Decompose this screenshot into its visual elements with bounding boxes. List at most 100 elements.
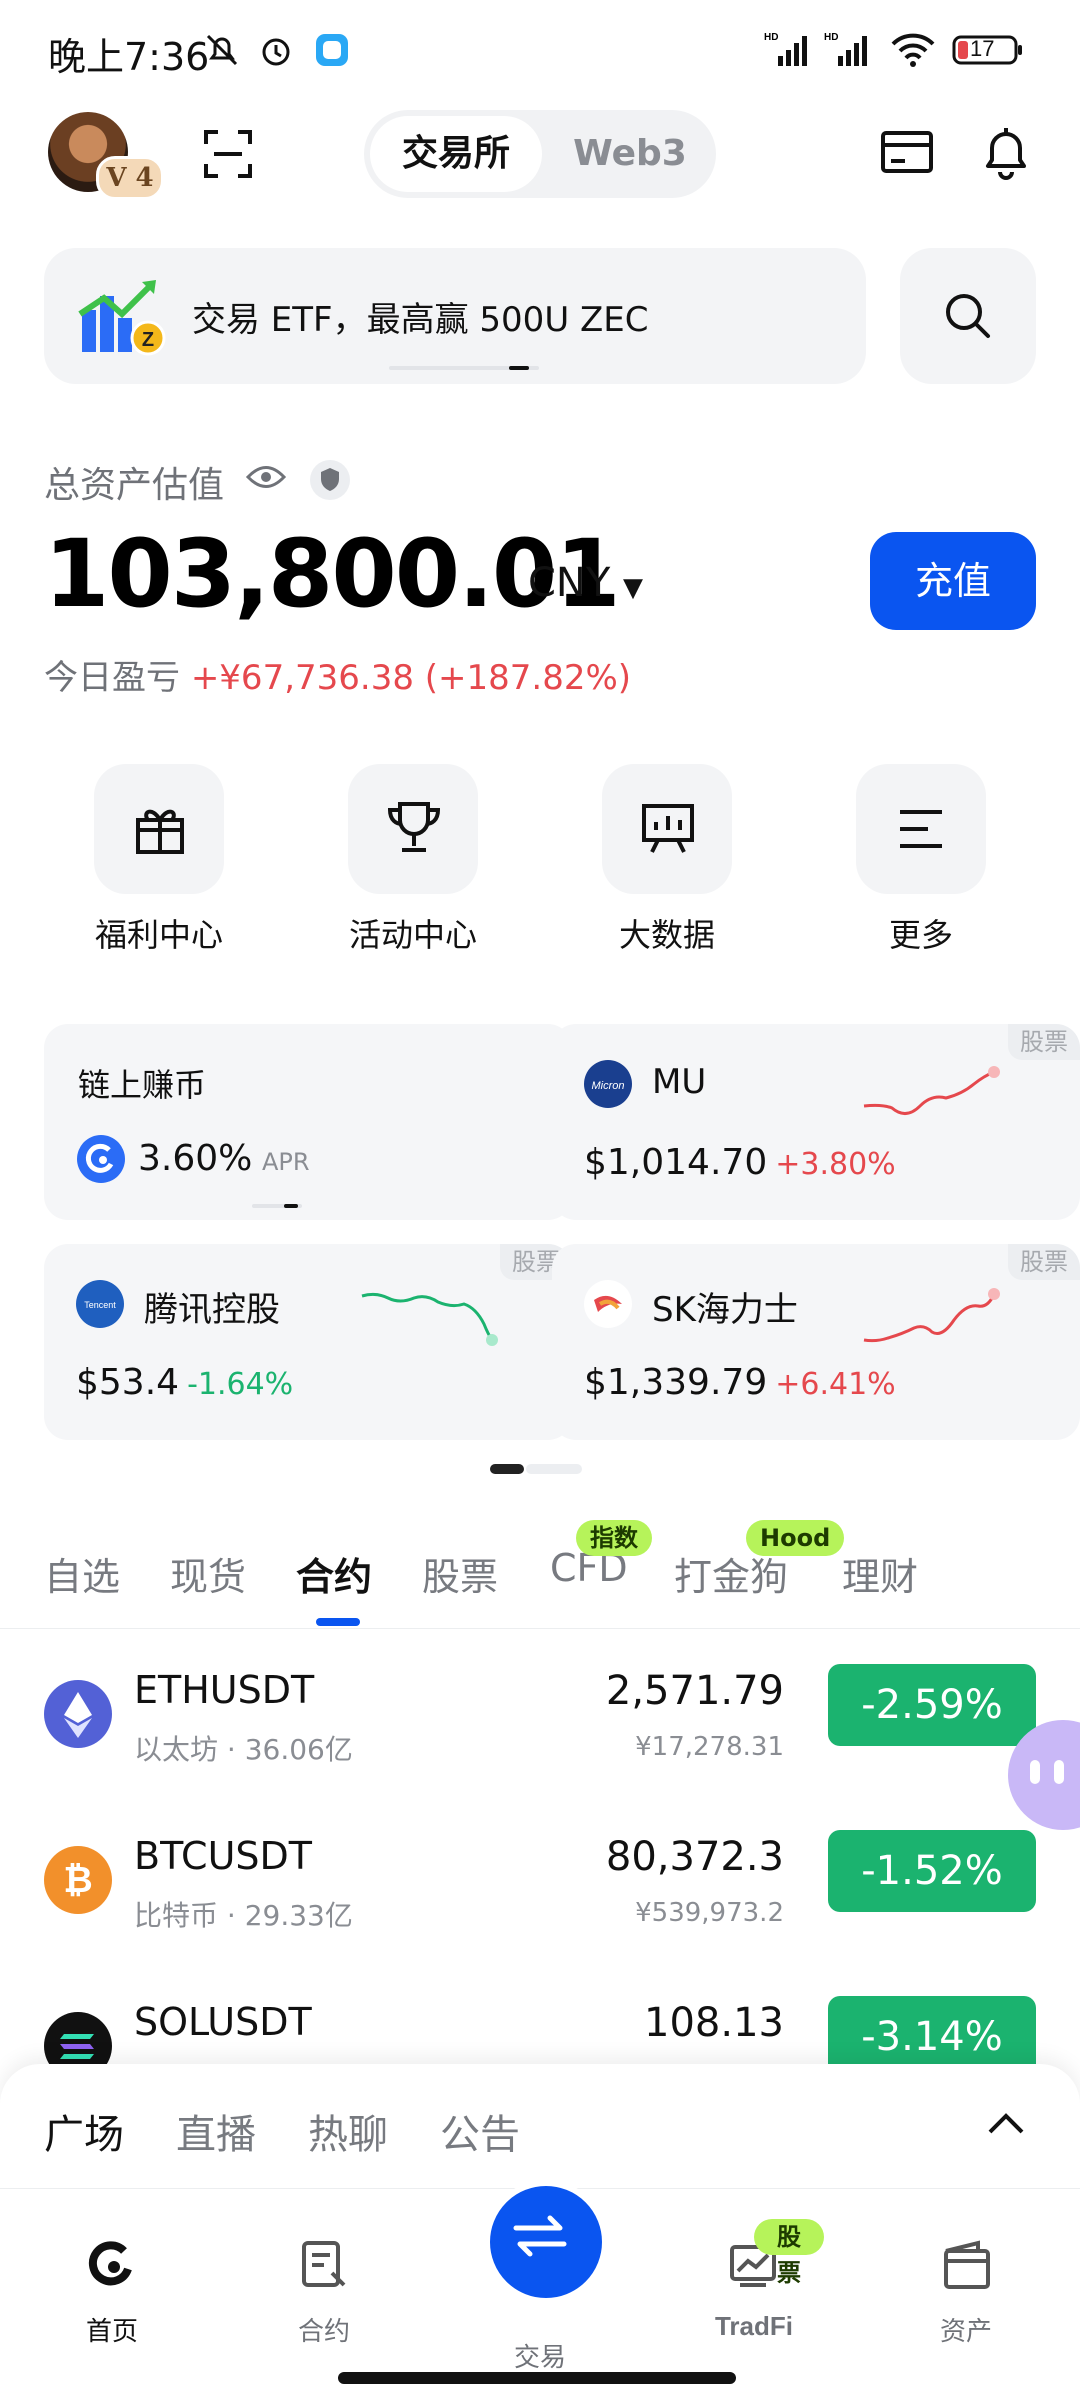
tab-exchange[interactable]: 交易所: [370, 116, 542, 192]
shield-icon[interactable]: [308, 458, 352, 506]
home-indicator: [338, 2372, 736, 2384]
scan-icon[interactable]: [202, 128, 254, 184]
mini-chart-icon: [863, 1288, 1000, 1343]
table-row[interactable]: ETHUSDT 以太坊 · 36.06亿 2,571.79 ¥17,278.31…: [0, 1646, 1080, 1810]
cards-pager: [490, 1464, 590, 1474]
recharge-button[interactable]: 充值: [870, 532, 1036, 630]
symbol-sub: 比特币 · 29.33亿: [134, 1899, 353, 1932]
search-icon: [946, 294, 990, 338]
bell-icon[interactable]: [980, 124, 1032, 184]
index-pill: 指数: [576, 1520, 652, 1556]
last-price: 108.13: [644, 2000, 784, 2046]
symbol: BTCUSDT: [134, 1834, 312, 1878]
search-button[interactable]: [900, 248, 1036, 384]
nav-home[interactable]: 首页: [42, 2237, 182, 2348]
card-sk-hynix[interactable]: 股票 SK海力士 $1,339.79 +6.41%: [552, 1244, 1080, 1440]
fiat-price: ¥17,278.31: [635, 1732, 784, 1762]
svg-text:₿: ₿: [63, 1859, 92, 1900]
mute-icon: [202, 30, 242, 74]
tab-watchlist[interactable]: 自选: [44, 1546, 120, 1601]
nav-label: 交易: [513, 2343, 566, 2373]
quick-action-more[interactable]: 更多: [854, 764, 988, 956]
nav-tradfi[interactable]: TradFi 股票: [684, 2219, 824, 2342]
card-icon[interactable]: [880, 128, 934, 180]
tab-announcements[interactable]: 公告: [440, 2102, 520, 2160]
nav-futures[interactable]: 合约: [254, 2237, 394, 2348]
currency-label: CNY: [528, 560, 611, 606]
tab-live[interactable]: 直播: [176, 2102, 256, 2160]
fiat-price: ¥539,973.2: [635, 1898, 784, 1928]
svg-text:HD: HD: [764, 32, 778, 43]
symbol: SOLUSDT: [134, 2000, 312, 2044]
wallet-icon: [938, 2237, 994, 2293]
quick-action-label: 福利中心: [94, 916, 223, 954]
nav-label: 合约: [297, 2317, 350, 2347]
tab-web3[interactable]: Web3: [550, 116, 710, 192]
banner-pager: [389, 366, 539, 370]
quick-action-welfare[interactable]: 福利中心: [92, 764, 226, 956]
table-row[interactable]: ₿ BTCUSDT 比特币 · 29.33亿 80,372.3 ¥539,973…: [0, 1812, 1080, 1976]
alarm-icon: [256, 30, 296, 74]
swap-icon: [513, 2215, 567, 2257]
card-change: +6.41%: [775, 1367, 896, 1402]
banner-text: 交易 ETF，最高赢 500U ZEC: [192, 300, 649, 340]
signal-icon-2: HD: [824, 30, 874, 74]
tab-hot-chat[interactable]: 热聊: [308, 2102, 388, 2160]
card-price: $1,339.79: [584, 1362, 768, 1403]
btc-icon: ₿: [44, 1846, 112, 1914]
nav-assets[interactable]: 资产: [896, 2237, 1036, 2348]
tab-square[interactable]: 广场: [44, 2102, 124, 2160]
tab-spot[interactable]: 现货: [170, 1546, 246, 1601]
card-change: -1.64%: [187, 1367, 294, 1402]
micron-logo-icon: Micron: [584, 1060, 632, 1108]
card-price-row: $53.4 -1.64%: [76, 1362, 293, 1403]
apr-label: APR: [262, 1148, 310, 1176]
level-badge: V 4: [96, 156, 164, 200]
change-badge[interactable]: -2.59%: [828, 1664, 1036, 1746]
quick-action-label: 大数据: [618, 916, 715, 954]
card-tencent[interactable]: 股票 Tencent 腾讯控股 $53.4 -1.64%: [44, 1244, 572, 1440]
chevron-up-icon[interactable]: [986, 2108, 1026, 2140]
card-price: $53.4: [76, 1362, 180, 1403]
chart-board-icon: [642, 804, 694, 853]
menu-icon: [900, 810, 942, 848]
quick-action-big-data[interactable]: 大数据: [600, 764, 734, 956]
trophy-icon: [387, 802, 441, 852]
trade-button[interactable]: [484, 2180, 608, 2304]
tab-finance[interactable]: 理财: [842, 1546, 918, 1601]
community-sheet: 广场 直播 热聊 公告: [0, 2064, 1080, 2188]
tencent-logo-icon: Tencent: [76, 1280, 124, 1328]
earn-logo-icon: [76, 1134, 126, 1188]
etf-chart-icon: Z: [78, 274, 170, 364]
last-price: 80,372.3: [605, 1834, 784, 1880]
pnl-value: +¥67,736.38 (+187.82%): [190, 658, 632, 698]
quick-action-label: 更多: [888, 916, 953, 954]
stock-pill: 股票: [754, 2219, 824, 2287]
change-badge[interactable]: -1.52%: [828, 1830, 1036, 1912]
nav-label: 资产: [939, 2317, 992, 2347]
status-time: 晚上7:36: [48, 35, 210, 79]
card-mu[interactable]: 股票 Micron MU $1,014.70 +3.80%: [552, 1024, 1080, 1220]
nav-trade[interactable]: 交易: [470, 2337, 610, 2374]
wifi-icon: [890, 32, 936, 72]
svg-text:HD: HD: [824, 32, 838, 43]
tab-futures[interactable]: 合约: [296, 1546, 372, 1601]
stock-tag: 股票: [1008, 1244, 1080, 1280]
quick-action-events[interactable]: 活动中心: [346, 764, 480, 956]
gift-icon: [136, 809, 184, 854]
eth-icon: [44, 1680, 112, 1748]
currency-selector[interactable]: CNY ▼: [528, 560, 643, 606]
card-name: MU: [652, 1062, 707, 1102]
market-tabs: 自选 现货 合约 股票 CFD 指数 打金狗 Hood 理财: [0, 1504, 1080, 1629]
app-notification-icon: [314, 32, 350, 72]
daily-pnl: 今日盈亏 +¥67,736.38 (+187.82%): [44, 650, 631, 699]
exchange-web3-toggle: 交易所 Web3: [364, 110, 716, 198]
card-onchain-earn[interactable]: 链上赚币 3.60% APR: [44, 1024, 572, 1220]
card-price: $1,014.70: [584, 1142, 768, 1183]
card-price-row: $1,339.79 +6.41%: [584, 1362, 896, 1403]
card-pager: [252, 1204, 302, 1208]
promo-banner[interactable]: Z 交易 ETF，最高赢 500U ZEC: [44, 248, 866, 384]
tab-stocks[interactable]: 股票: [422, 1546, 498, 1601]
card-title: 链上赚币: [78, 1066, 207, 1104]
eye-icon[interactable]: [245, 462, 287, 496]
